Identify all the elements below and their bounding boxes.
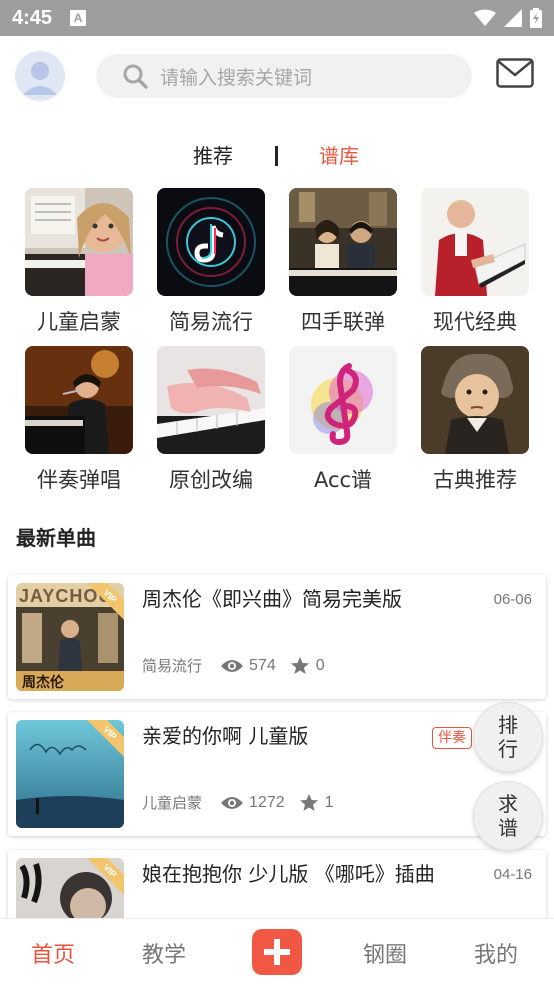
category-label: 简易流行 [169, 310, 253, 334]
bottom-nav: 首页 教学 钢圈 我的 [0, 918, 554, 984]
star-count: 1 [324, 793, 334, 811]
category-image [157, 188, 265, 296]
search-bar[interactable]: 请输入搜索关键词 [96, 54, 472, 98]
song-category: 儿童启蒙 [142, 794, 203, 812]
category-image [289, 188, 397, 296]
nav-mine[interactable]: 我的 [474, 937, 518, 969]
thumb-text-bottom: 周杰伦 [22, 674, 65, 691]
category-image [421, 188, 529, 296]
nav-ring[interactable]: 钢圈 [363, 937, 407, 969]
song-category: 简易流行 [142, 657, 203, 675]
song-title: 亲爱的你啊 儿童版 [142, 724, 309, 748]
view-count: 574 [249, 656, 276, 674]
search-placeholder: 请输入搜索关键词 [160, 66, 313, 89]
tab-divider [275, 146, 278, 166]
eye-icon [221, 796, 244, 809]
star-count: 0 [315, 656, 325, 674]
star-icon [290, 656, 309, 674]
search-icon [123, 64, 148, 89]
nav-teach[interactable]: 教学 [142, 937, 186, 969]
nav-home[interactable]: 首页 [31, 937, 75, 969]
song-title: 周杰伦《即兴曲》简易完美版 [142, 587, 402, 611]
song-title: 娘在抱抱你 少儿版 《哪吒》插曲 [142, 862, 435, 886]
song-card[interactable]: JAYCHOU 周杰伦 VIP 周杰伦《即兴曲》简易完美版 06-06 简易流行… [8, 575, 546, 699]
ranking-label-1: 排 [498, 713, 518, 737]
category-image [421, 346, 529, 454]
top-header: 请输入搜索关键词 [0, 36, 554, 116]
library-tabs: 推荐 谱库 [0, 136, 554, 176]
battery-icon [530, 8, 542, 28]
eye-icon [221, 659, 244, 672]
accompaniment-tag: 伴奏 [432, 727, 472, 749]
request-label-2: 谱 [498, 816, 518, 840]
signal-icon [504, 9, 522, 27]
song-thumbnail: JAYCHOU 周杰伦 VIP [16, 583, 124, 691]
category-label: 伴奏弹唱 [37, 468, 121, 492]
category-children[interactable]: 儿童启蒙 [24, 188, 134, 336]
song-card[interactable]: VIP 亲爱的你啊 儿童版 05-14 伴奏 儿童启蒙 1272 1 [8, 712, 546, 836]
notification-icon: A [70, 10, 87, 26]
song-date: 04-16 [493, 866, 532, 883]
user-avatar-icon [23, 62, 57, 95]
section-title-latest: 最新单曲 [16, 526, 96, 550]
song-meta: 儿童启蒙 1272 1 [142, 792, 334, 813]
mail-icon[interactable] [496, 58, 534, 88]
ranking-label-2: 行 [498, 737, 518, 761]
category-image [25, 188, 133, 296]
plus-icon [264, 939, 290, 965]
category-original[interactable]: 原创改编 [156, 346, 266, 494]
star-icon [299, 793, 318, 811]
category-four-hands[interactable]: 四手联弹 [288, 188, 398, 336]
tab-recommend[interactable]: 推荐 [193, 140, 233, 169]
wifi-icon [474, 9, 496, 26]
ranking-button[interactable]: 排 行 [473, 702, 543, 772]
category-modern-classic[interactable]: 现代经典 [420, 188, 530, 336]
category-classical[interactable]: 古典推荐 [420, 346, 530, 494]
status-time: 4:45 [12, 6, 53, 29]
category-pop[interactable]: 简易流行 [156, 188, 266, 336]
category-label: 古典推荐 [433, 468, 517, 492]
add-button[interactable] [252, 929, 302, 975]
tab-library[interactable]: 谱库 [319, 140, 359, 169]
view-count: 1272 [249, 793, 285, 811]
song-thumbnail: VIP [16, 720, 124, 828]
song-date: 06-06 [493, 591, 532, 608]
category-image [289, 346, 397, 454]
category-image [25, 346, 133, 454]
avatar[interactable] [15, 51, 65, 101]
category-acc[interactable]: Acc谱 [288, 346, 398, 494]
category-label: 四手联弹 [301, 310, 385, 334]
category-accompaniment[interactable]: 伴奏弹唱 [24, 346, 134, 494]
category-image [157, 346, 265, 454]
request-score-button[interactable]: 求 谱 [473, 781, 543, 851]
category-label: 儿童启蒙 [37, 310, 121, 334]
category-label: 现代经典 [433, 310, 517, 334]
status-bar: 4:45 A [0, 0, 554, 36]
category-label: 原创改编 [169, 468, 253, 492]
song-meta: 简易流行 574 0 [142, 655, 325, 676]
category-label: Acc谱 [313, 468, 373, 492]
request-label-1: 求 [498, 792, 518, 816]
